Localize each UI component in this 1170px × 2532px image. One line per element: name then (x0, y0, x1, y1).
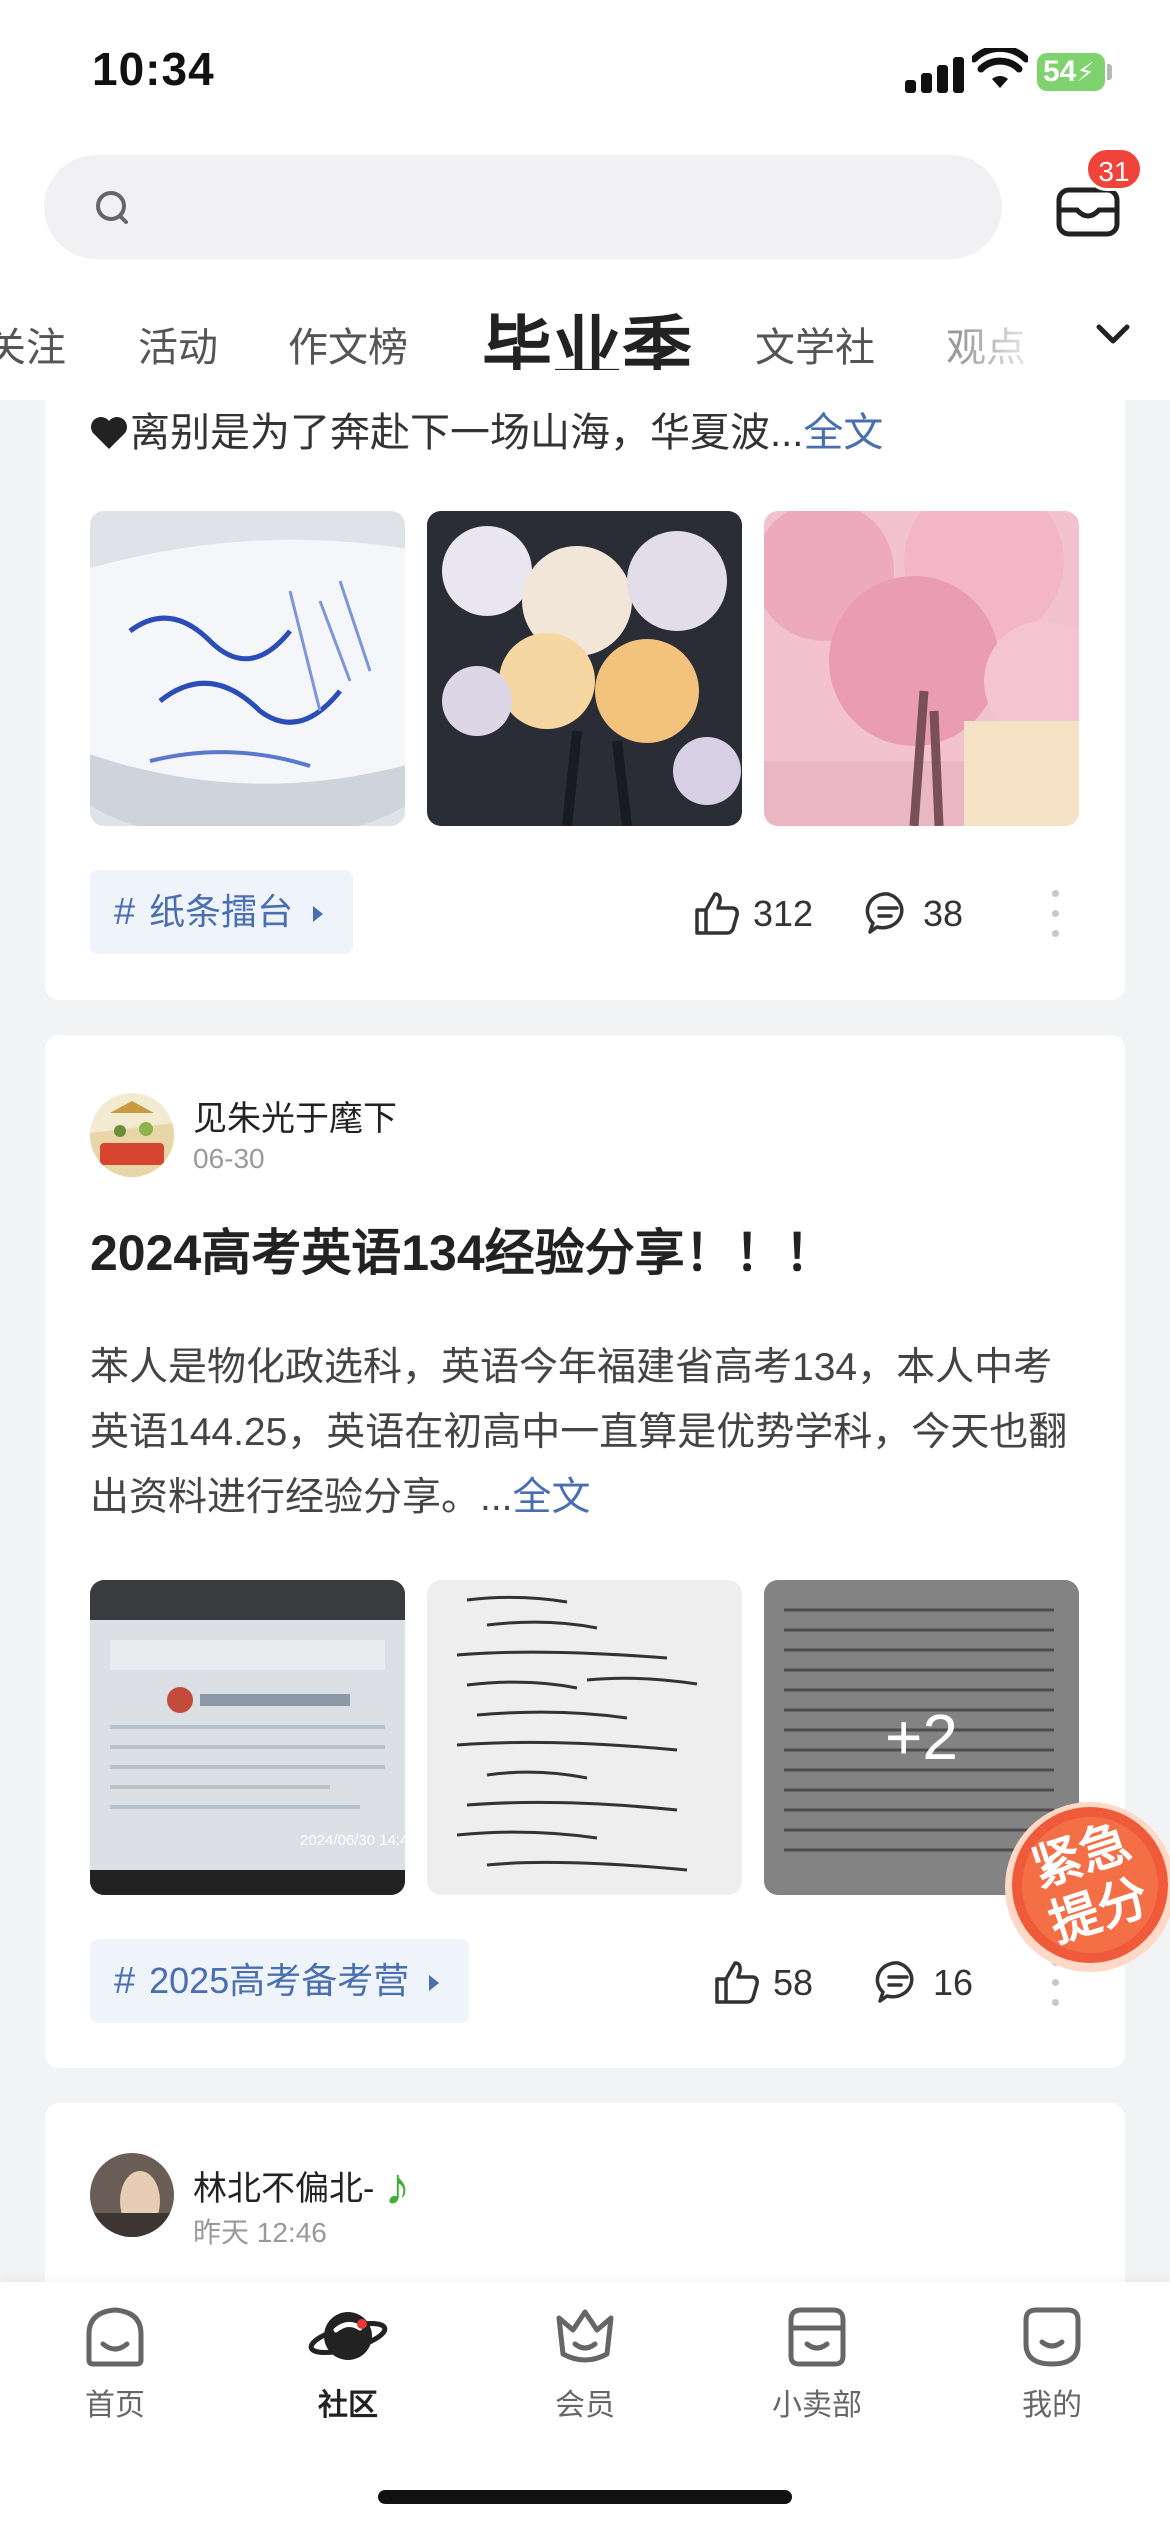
planet-icon (308, 2312, 388, 2360)
heart-icon (91, 417, 127, 449)
caret-right-icon (429, 1975, 440, 1991)
avatar[interactable] (90, 2153, 174, 2237)
urgent-score-boost-promo[interactable]: 紧急 提分 (990, 1797, 1170, 1972)
tabbar-home[interactable]: 首页 (45, 2304, 185, 2424)
tabbar-community[interactable]: 社区 (278, 2304, 418, 2424)
image-gallery: 2024/06/30 14:4 +2 (90, 1580, 1080, 1895)
post-image[interactable] (764, 511, 1079, 826)
search-input[interactable] (44, 155, 1002, 259)
post-image[interactable] (427, 511, 742, 826)
post-date: 06-30 (193, 1143, 265, 1174)
music-note-icon: ♪ (384, 2158, 411, 2216)
post-body[interactable]: 苯人是物化政选科，英语今年福建省高考134，本人中考英语144.25，英语在初高… (90, 1335, 1090, 1530)
like-button[interactable]: 312 (693, 890, 813, 936)
tabbar-membership[interactable]: 会员 (515, 2304, 655, 2424)
post-image[interactable]: 2024/06/30 14:4 (90, 1580, 405, 1895)
tab-literature-club[interactable]: 文学社 (755, 315, 875, 373)
comment-button[interactable]: 38 (865, 890, 963, 936)
author-name[interactable]: 见朱光于麾下 (193, 1091, 397, 1140)
status-bar: 10:34 54⚡ (0, 0, 1170, 150)
home-icon (86, 2307, 144, 2367)
tab-activity[interactable]: 活动 (138, 315, 218, 373)
tabbar-me[interactable]: 我的 (982, 2304, 1122, 2424)
status-time: 10:34 (92, 43, 215, 95)
search-icon (96, 191, 128, 224)
crown-icon (556, 2309, 614, 2363)
image-timestamp: 2024/06/30 14:4 (300, 1832, 405, 1849)
battery-level: 54 (1043, 55, 1077, 88)
chevron-down-icon (1096, 324, 1130, 344)
like-button[interactable]: 58 (713, 1959, 813, 2005)
comment-icon (865, 892, 904, 934)
post-card[interactable]: 见朱光于麾下 06-30 2024高考英语134经验分享！！！ 苯人是物化政选科… (45, 1035, 1125, 2068)
post-snippet: 离别是为了奔赴下一场山海，华夏波...全文 (90, 400, 883, 458)
profile-icon (1023, 2307, 1081, 2367)
avatar[interactable] (90, 1093, 174, 1177)
caret-right-icon (313, 906, 324, 922)
image-gallery (90, 511, 1080, 826)
topic-tag[interactable]: # 纸条擂台 (90, 870, 354, 954)
topic-tag[interactable]: #2025高考备考营 (90, 1939, 470, 2023)
notification-badge: 31 (1085, 147, 1143, 191)
thumbs-up-icon (715, 1961, 759, 2004)
post-card[interactable]: 离别是为了奔赴下一场山海，华夏波...全文 # 纸条擂台 312 38 (45, 370, 1125, 1000)
top-header: 31 关注 活动 作文榜 毕业季 文学社 观点 (0, 147, 1170, 400)
read-more-link[interactable]: 全文 (803, 411, 883, 455)
tabbar-shop[interactable]: 小卖部 (747, 2304, 887, 2424)
thumbs-up-icon (695, 892, 739, 935)
wifi-icon (972, 48, 1028, 88)
more-options-icon[interactable] (1049, 890, 1061, 950)
post-image[interactable] (427, 1580, 742, 1895)
comment-button[interactable]: 16 (875, 1959, 973, 2005)
post-date: 昨天 12:46 (193, 2217, 327, 2248)
shop-icon (788, 2307, 846, 2367)
author-name[interactable]: 林北不偏北- ♪ (193, 2157, 410, 2217)
home-indicator (378, 2490, 792, 2504)
read-more-link[interactable]: 全文 (513, 1476, 591, 1519)
post-title[interactable]: 2024高考英语134经验分享！！！ (90, 1213, 835, 1285)
battery-icon: 54⚡ (1037, 53, 1105, 91)
comment-icon (875, 1961, 914, 2003)
tab-essay-ranking[interactable]: 作文榜 (288, 315, 408, 373)
tab-follow[interactable]: 关注 (0, 315, 66, 373)
cellular-signal-icon (905, 55, 965, 93)
post-image[interactable] (90, 511, 405, 826)
